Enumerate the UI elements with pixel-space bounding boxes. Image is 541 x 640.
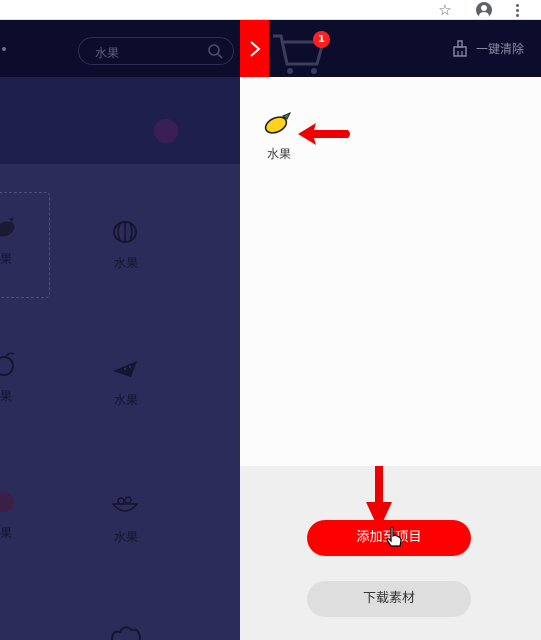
- cloud-icon: [111, 626, 141, 640]
- browser-toolbar: ☆: [0, 0, 541, 20]
- download-button[interactable]: 下载素材: [307, 581, 471, 617]
- account-icon[interactable]: [475, 1, 493, 19]
- fruit-icon: [0, 486, 20, 516]
- arrow-left-annotation: [298, 123, 350, 145]
- hand-cursor-icon: [386, 526, 402, 547]
- fruit-icon: [0, 349, 20, 379]
- cart-count-badge: 1: [313, 31, 330, 48]
- fruit-bowl-icon: [110, 490, 140, 520]
- grid-item[interactable]: 水果: [96, 353, 156, 423]
- banner-decoration: [154, 119, 178, 143]
- cart-header: 1 一键清除: [240, 20, 541, 77]
- star-icon[interactable]: ☆: [436, 1, 454, 19]
- grid-item-label: 水果: [113, 530, 138, 544]
- broom-icon: [453, 39, 467, 57]
- collapse-panel-button[interactable]: [240, 20, 269, 77]
- clear-all-button[interactable]: 一键清除: [452, 38, 524, 58]
- cart-footer: 添加至项目 下载素材: [240, 466, 541, 640]
- grid-item[interactable]: 水果: [96, 490, 156, 560]
- header-dot: [2, 47, 6, 51]
- grid-item-label: 水果: [113, 393, 138, 407]
- mango-icon: [0, 212, 20, 242]
- search-input[interactable]: 水果: [78, 37, 234, 65]
- grid-item[interactable]: 果: [0, 486, 36, 556]
- site-header: 水果: [0, 20, 240, 77]
- search-icon[interactable]: [207, 43, 223, 59]
- clear-all-label: 一键清除: [476, 41, 525, 56]
- grid-item-label: 水果: [113, 256, 138, 270]
- cart-item-label: 水果: [267, 147, 292, 161]
- more-vert-icon[interactable]: [510, 1, 524, 19]
- banner: [0, 77, 240, 164]
- grid-item[interactable]: 果: [0, 212, 36, 282]
- cart-panel: 1 一键清除 水果 添加至项目 下载素材: [240, 20, 541, 640]
- icon-grid: 果 水果 果 水果 果 水果: [0, 164, 240, 640]
- grid-item-label: 果: [0, 526, 12, 540]
- cart-item-list: 水果: [240, 77, 541, 466]
- watermelon-icon: [110, 353, 140, 383]
- mango-icon: [264, 112, 292, 134]
- durian-icon: [110, 216, 140, 246]
- grid-item[interactable]: 果: [0, 349, 36, 419]
- chevron-right-icon: [249, 40, 261, 57]
- grid-item[interactable]: 水果: [96, 216, 156, 286]
- grid-item-label: 果: [0, 252, 12, 266]
- search-input-value: 水果: [95, 46, 120, 60]
- grid-item-label: 果: [0, 389, 12, 403]
